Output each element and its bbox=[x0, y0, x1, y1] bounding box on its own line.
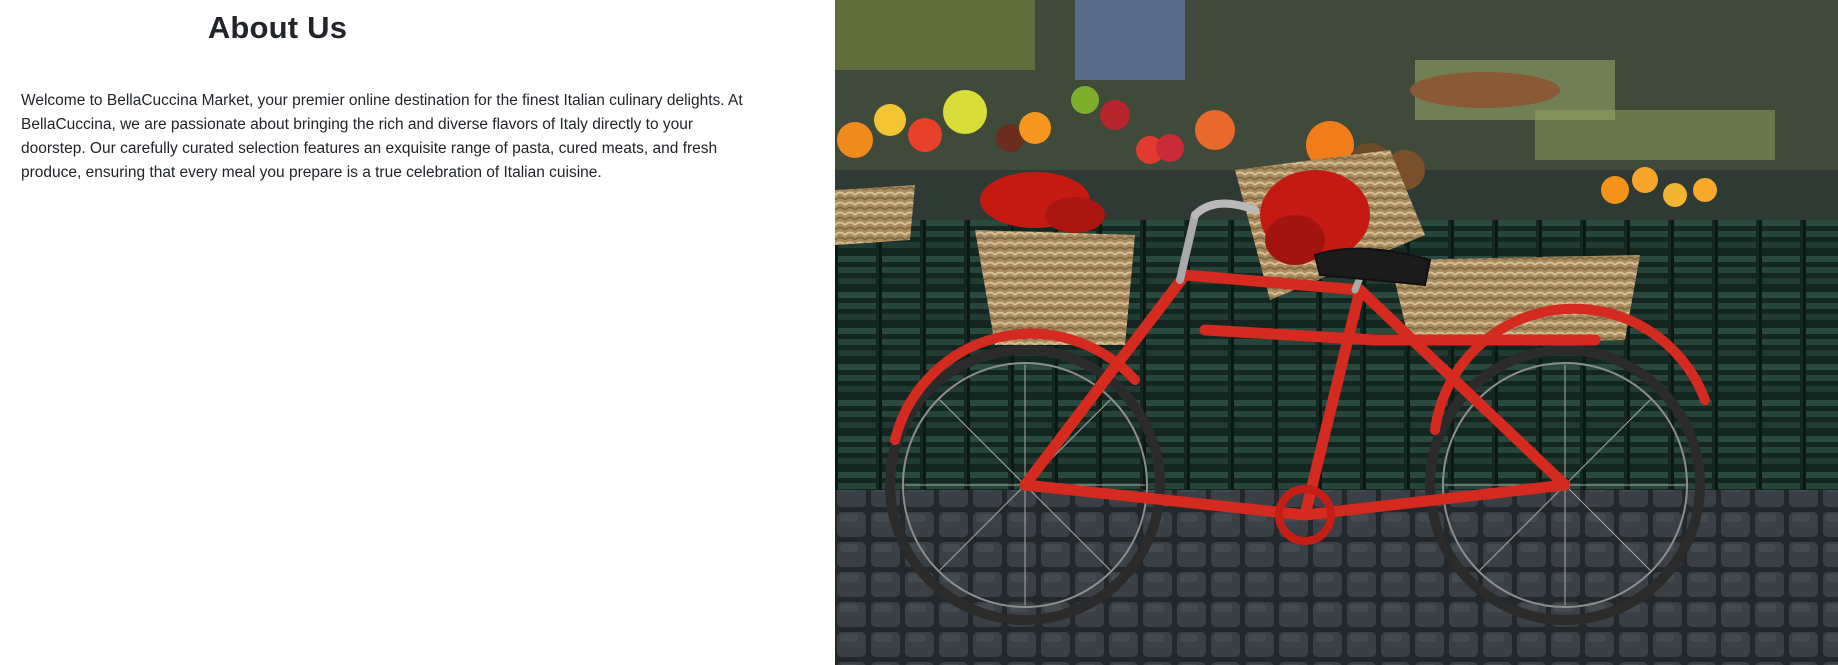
about-page: About Us Welcome to BellaCuccina Market,… bbox=[0, 0, 1838, 665]
page-title: About Us bbox=[207, 10, 348, 45]
about-section: About Us Welcome to BellaCuccina Market,… bbox=[0, 0, 835, 665]
market-bicycle-photo bbox=[835, 0, 1838, 665]
about-description: Welcome to BellaCuccina Market, your pre… bbox=[21, 92, 743, 181]
